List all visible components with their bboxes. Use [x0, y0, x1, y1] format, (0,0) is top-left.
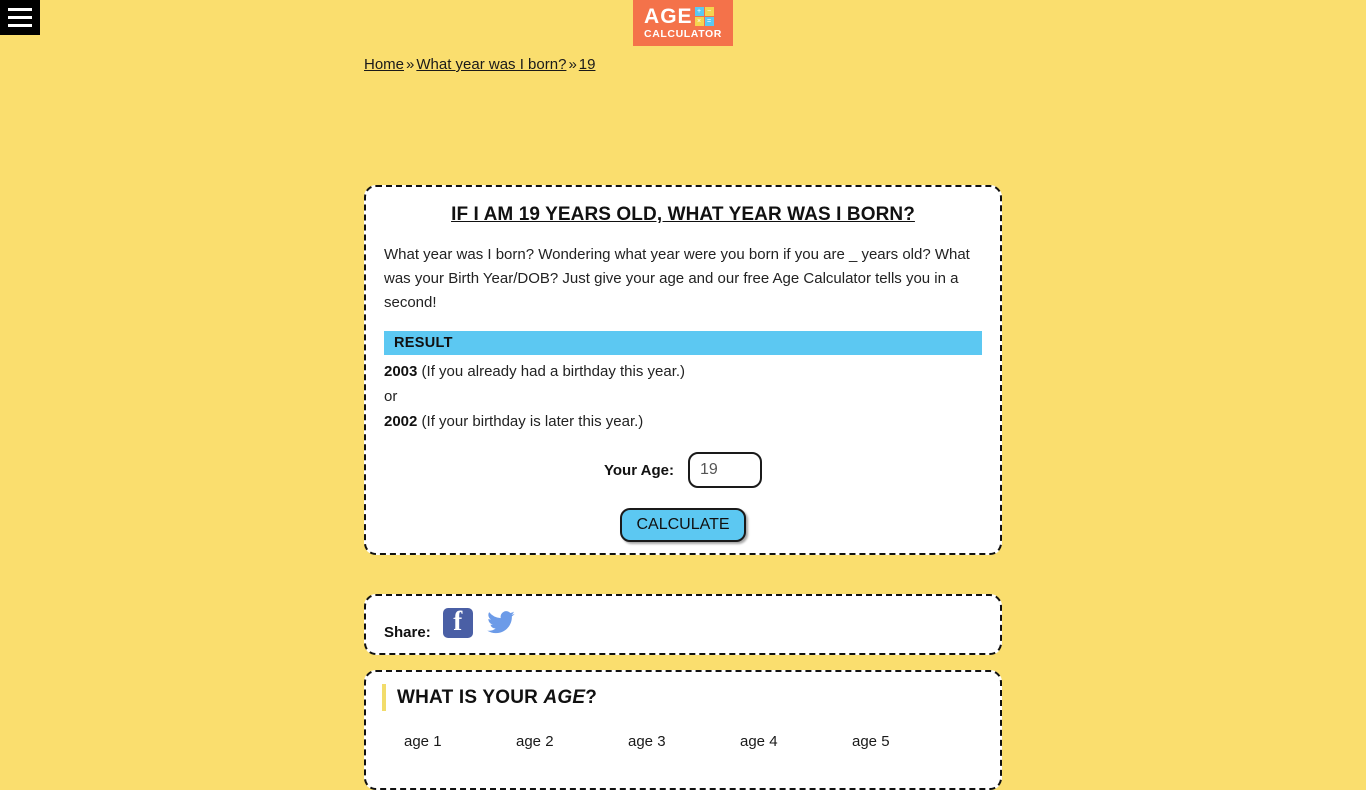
hamburger-menu-icon[interactable]	[0, 0, 40, 35]
age-input-row: Your Age:	[366, 452, 1000, 488]
age-links-row: age 1 age 2 age 3 age 4 age 5	[404, 733, 964, 750]
result-primary-note: (If you already had a birthday this year…	[421, 363, 686, 380]
twitter-icon[interactable]	[485, 608, 517, 638]
accent-bar	[382, 684, 386, 711]
result-secondary-year: 2002	[384, 413, 418, 430]
age-link-4[interactable]: age 4	[740, 733, 852, 750]
age-input[interactable]	[688, 452, 762, 488]
age-link-5[interactable]: age 5	[852, 733, 964, 750]
facebook-icon[interactable]	[442, 606, 473, 638]
section-title-suffix: ?	[585, 686, 598, 708]
calculator-icon: + − × =	[694, 7, 714, 27]
section-title-emphasis: AGE	[543, 686, 586, 708]
share-label: Share:	[384, 624, 431, 641]
age-input-label: Your Age:	[604, 461, 674, 479]
calculate-row: CALCULATE	[366, 508, 1000, 542]
share-row: Share:	[366, 596, 1000, 653]
age-link-3[interactable]: age 3	[628, 733, 740, 750]
breadcrumb-separator: »	[406, 56, 415, 73]
logo-title: AGE	[644, 5, 693, 29]
logo-top-row: AGE + − × =	[644, 6, 714, 27]
age-link-1[interactable]: age 1	[404, 733, 516, 750]
calculator-card: IF I AM 19 YEARS OLD, WHAT YEAR WAS I BO…	[364, 185, 1002, 555]
age-links-card: WHAT IS YOUR AGE? age 1 age 2 age 3 age …	[364, 670, 1002, 790]
breadcrumb-separator: »	[568, 56, 577, 73]
section-header: WHAT IS YOUR AGE?	[382, 684, 1000, 711]
result-primary-year: 2003	[384, 363, 418, 380]
description-text: What year was I born? Wondering what yea…	[384, 246, 970, 311]
calculator-key-times: ×	[694, 17, 704, 27]
hamburger-bar	[8, 16, 32, 19]
logo-container: AGE + − × = CALCULATOR	[0, 0, 1366, 46]
breadcrumb-item-current[interactable]: 19	[579, 56, 596, 73]
logo-subtitle: CALCULATOR	[644, 28, 722, 41]
result-conjunction: or	[384, 388, 398, 405]
hamburger-bar	[8, 24, 32, 27]
share-card: Share:	[364, 594, 1002, 655]
hamburger-bar	[8, 8, 32, 11]
result-primary: 2003 (If you already had a birthday this…	[384, 363, 982, 380]
result-secondary-note: (If your birthday is later this year.)	[421, 413, 644, 430]
page-title: IF I AM 19 YEARS OLD, WHAT YEAR WAS I BO…	[451, 204, 915, 225]
calculator-key-plus: +	[694, 7, 704, 17]
site-logo[interactable]: AGE + − × = CALCULATOR	[633, 0, 733, 46]
section-title-prefix: WHAT IS YOUR	[397, 686, 544, 708]
result-secondary: 2002 (If your birthday is later this yea…	[384, 413, 982, 430]
logo-inner: AGE + − × = CALCULATOR	[644, 6, 722, 40]
age-link-2[interactable]: age 2	[516, 733, 628, 750]
calculator-key-equals: =	[704, 17, 714, 27]
breadcrumb: Home» What year was I born?» 19	[364, 56, 595, 73]
result-header: RESULT	[384, 331, 982, 355]
section-title: WHAT IS YOUR AGE?	[397, 687, 597, 709]
calculator-key-minus: −	[704, 7, 714, 17]
breadcrumb-item-home[interactable]: Home	[364, 56, 404, 73]
calculate-button[interactable]: CALCULATE	[620, 508, 746, 542]
breadcrumb-item-what-year[interactable]: What year was I born?	[416, 56, 566, 73]
